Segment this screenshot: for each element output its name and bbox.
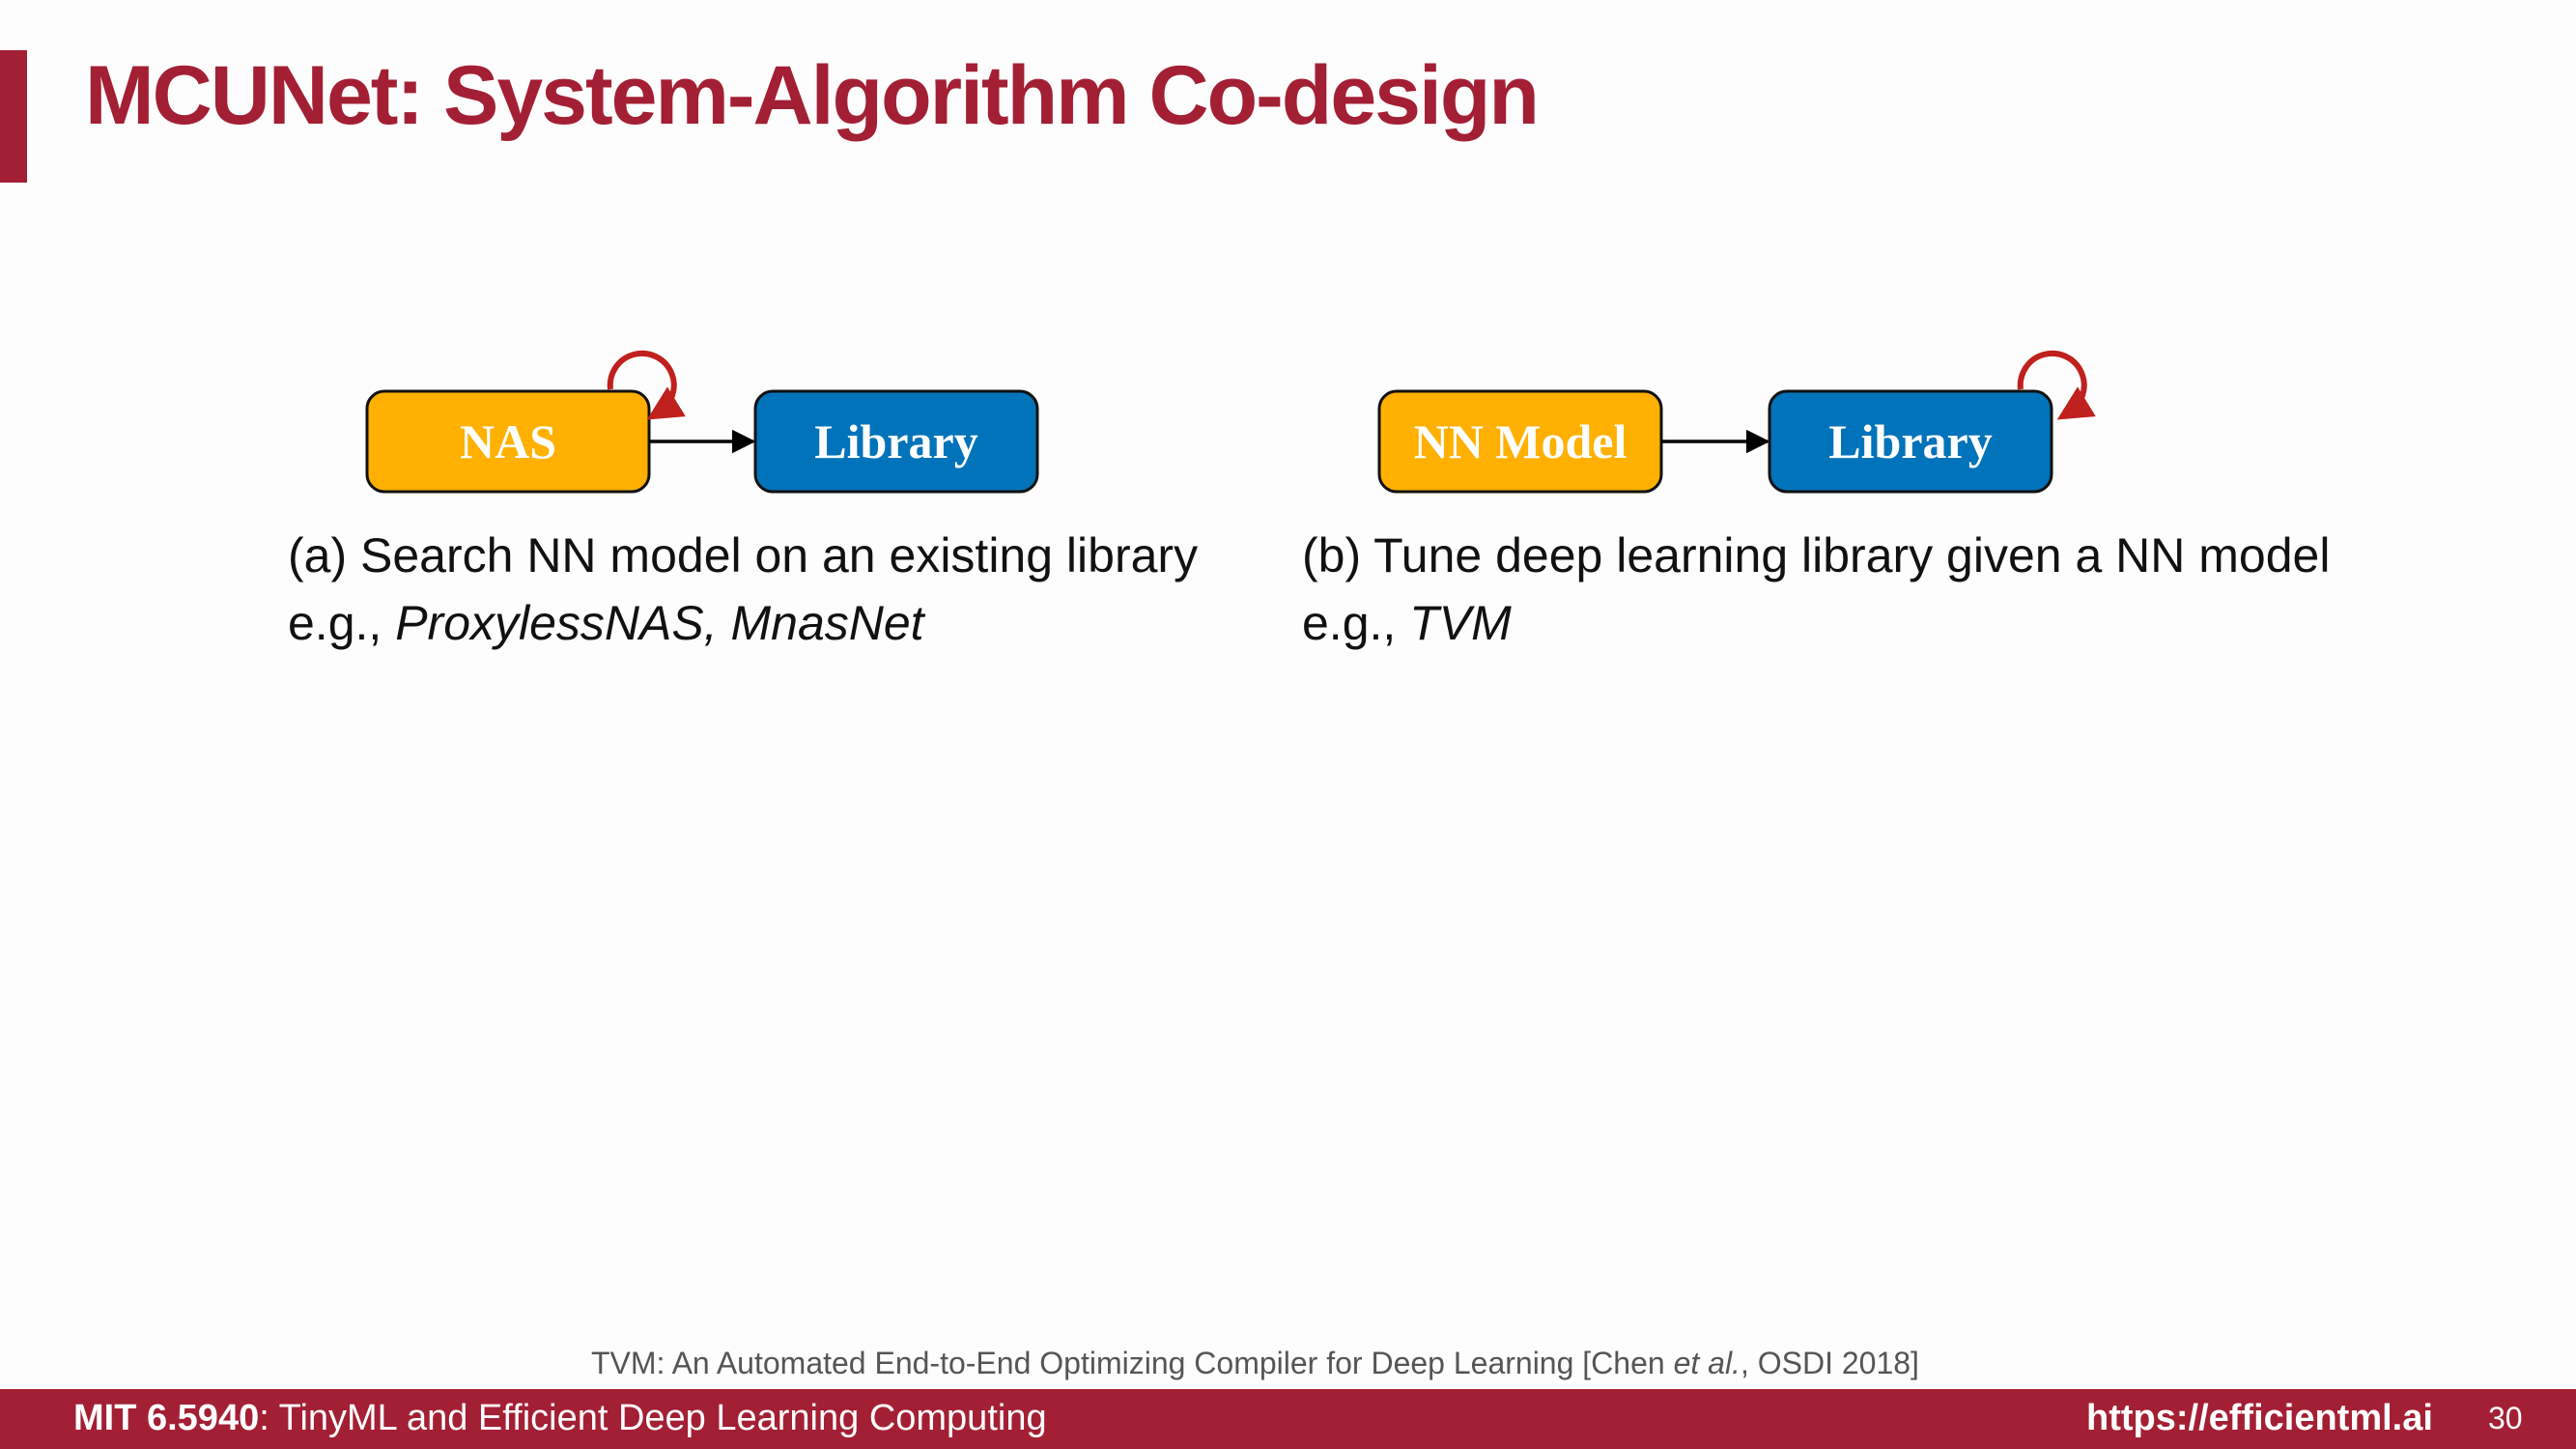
reference-citation: TVM: An Automated End-to-End Optimizing … [591, 1346, 1919, 1381]
diagram-b-caption-text: (b) Tune deep learning library given a N… [1302, 528, 2331, 582]
title-accent-bar [0, 50, 27, 183]
footer-url-link[interactable]: https://efficientml.ai [2086, 1398, 2433, 1439]
diagram-a-figure: NAS Library [365, 350, 1039, 494]
diagram-a-example-prefix: e.g., [288, 596, 396, 650]
diagram-b-example-names: TVM [1409, 596, 1512, 650]
library-box-a-label: Library [814, 414, 977, 469]
nas-box-label: NAS [460, 414, 556, 469]
footer-course: MIT 6.5940: TinyML and Efficient Deep Le… [73, 1398, 1047, 1439]
diagram-a-example: e.g., ProxylessNAS, MnasNet [288, 589, 1198, 657]
diagram-a: NAS Library (a) Search NN model on an ex… [280, 343, 1265, 671]
diagram-b-example-prefix: e.g., [1302, 596, 1410, 650]
reference-italic: et al. [1673, 1346, 1741, 1380]
library-box-b-label: Library [1828, 414, 1992, 469]
diagram-a-caption-text: (a) Search NN model on an existing libra… [288, 528, 1199, 582]
footer-bar: MIT 6.5940: TinyML and Efficient Deep Le… [0, 1389, 2576, 1449]
reference-text: TVM: An Automated End-to-End Optimizing … [591, 1346, 1674, 1380]
diagram-b-figure: NN Model Library [1377, 350, 2096, 494]
diagram-b-example: e.g., TVM [1302, 589, 2330, 657]
reference-venue: , OSDI 2018] [1740, 1346, 1919, 1380]
diagram-b: NN Model Library (b) Tune deep learning … [1294, 343, 2330, 671]
footer-course-code: MIT 6.5940 [73, 1398, 260, 1438]
page-number: 30 [2488, 1401, 2523, 1435]
diagram-b-caption: (b) Tune deep learning library given a N… [1302, 522, 2330, 657]
footer-course-name: : TinyML and Efficient Deep Learning Com… [259, 1398, 1047, 1438]
diagram-a-caption: (a) Search NN model on an existing libra… [288, 522, 1198, 657]
diagram-a-example-names: ProxylessNAS, MnasNet [395, 596, 924, 650]
nn-model-box-label: NN Model [1414, 414, 1628, 469]
slide-title: MCUNet: System-Algorithm Co-design [85, 49, 1540, 142]
